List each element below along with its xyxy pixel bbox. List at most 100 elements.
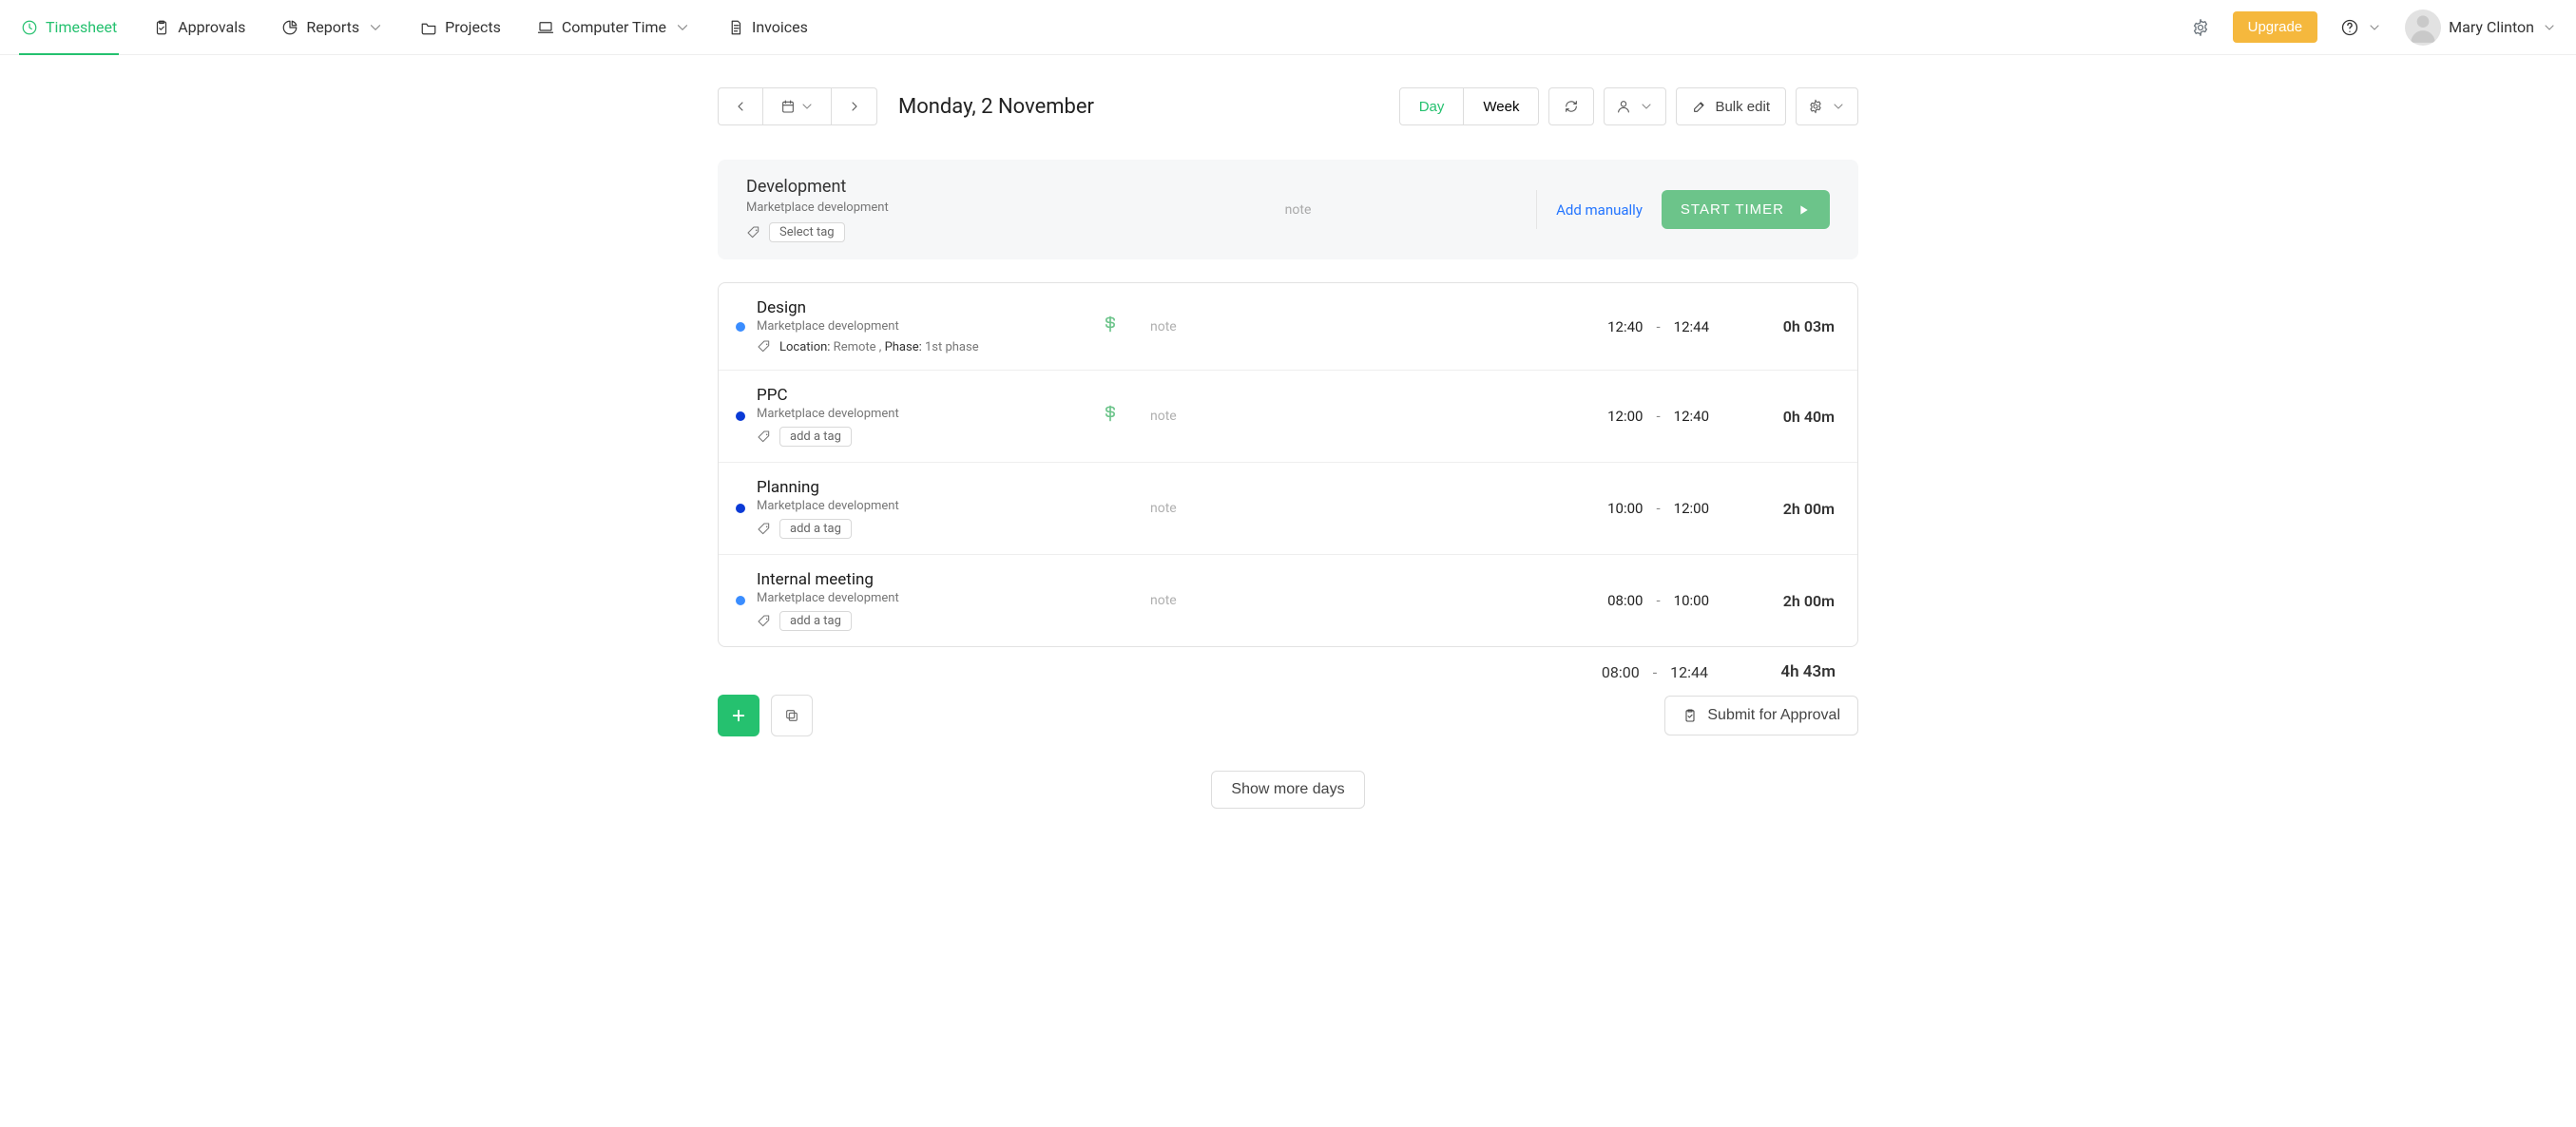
folder-icon: [420, 19, 437, 36]
add-entry-button[interactable]: [718, 695, 759, 736]
project-color-dot: [736, 596, 745, 605]
entry-time-range[interactable]: 08:00-10:00: [1462, 592, 1709, 609]
entry-time-range[interactable]: 10:00-12:00: [1462, 500, 1709, 517]
chevron-down-icon: [799, 99, 815, 114]
summary-end: 12:44: [1670, 663, 1708, 681]
entry-row[interactable]: Planning Marketplace development add a tag…: [719, 462, 1857, 554]
nav-approvals[interactable]: Approvals: [151, 0, 247, 55]
dash: -: [1656, 408, 1660, 425]
chevron-right-icon: [847, 99, 862, 114]
entry-row[interactable]: PPC Marketplace development add a tag note 1…: [719, 370, 1857, 462]
entry-project[interactable]: Marketplace development: [757, 407, 1070, 421]
entry-task[interactable]: Design: [757, 298, 1070, 317]
calendar-picker-button[interactable]: [763, 87, 832, 125]
billable-indicator[interactable]: [1082, 404, 1139, 429]
tag-icon: [757, 614, 772, 629]
view-day-button[interactable]: Day: [1399, 87, 1465, 125]
entry-tags-text: Location: Remote , Phase: 1st phase: [779, 340, 979, 354]
show-more-button[interactable]: Show more days: [1211, 771, 1364, 809]
new-entry-tags: Select tag: [746, 222, 1060, 242]
start-timer-button[interactable]: START TIMER: [1662, 190, 1830, 229]
prev-day-button[interactable]: [718, 87, 763, 125]
entry-time-range[interactable]: 12:40-12:44: [1462, 318, 1709, 335]
entry-tag-row: add a tag: [757, 427, 1070, 447]
entry-end: 12:44: [1674, 318, 1709, 335]
refresh-button[interactable]: [1548, 87, 1594, 125]
add-manually-link[interactable]: Add manually: [1556, 201, 1643, 219]
entry-note[interactable]: note: [1150, 319, 1451, 334]
submit-approval-button[interactable]: Submit for Approval: [1664, 696, 1858, 735]
select-tag-chip[interactable]: Select tag: [769, 222, 845, 242]
date-nav-group: [718, 87, 877, 125]
new-entry-task[interactable]: Development: [746, 177, 1060, 197]
entry-project[interactable]: Marketplace development: [757, 499, 1070, 513]
nav-projects[interactable]: Projects: [418, 0, 503, 55]
start-timer-label: START TIMER: [1681, 201, 1784, 218]
new-entry-panel: Development Marketplace development Sele…: [718, 160, 1858, 259]
project-color-dot: [736, 322, 745, 332]
bulk-edit-button[interactable]: Bulk edit: [1676, 87, 1786, 125]
dash: -: [1656, 592, 1660, 609]
entry-task[interactable]: PPC: [757, 386, 1070, 405]
nav-reports-label: Reports: [306, 18, 359, 36]
add-tag-chip[interactable]: add a tag: [779, 427, 852, 447]
nav-invoices-label: Invoices: [752, 18, 808, 36]
user-icon: [1616, 99, 1631, 114]
entry-info: Internal meeting Marketplace development a…: [757, 570, 1070, 631]
nav-projects-label: Projects: [445, 18, 501, 36]
entry-task[interactable]: Internal meeting: [757, 570, 1070, 589]
main-container: Monday, 2 November Day Week Bulk edit: [718, 55, 1858, 847]
gear-icon: [2191, 18, 2210, 37]
entry-row[interactable]: Internal meeting Marketplace development a…: [719, 554, 1857, 646]
entry-note[interactable]: note: [1150, 501, 1451, 516]
chevron-down-icon: [2367, 20, 2382, 35]
edit-icon: [1692, 99, 1707, 114]
laptop-icon: [537, 19, 554, 36]
upgrade-button[interactable]: Upgrade: [2233, 11, 2318, 43]
nav-timesheet[interactable]: Timesheet: [19, 0, 119, 55]
nav-invoices[interactable]: Invoices: [725, 0, 810, 55]
entry-project[interactable]: Marketplace development: [757, 319, 1070, 334]
entry-row[interactable]: Design Marketplace development Location: R…: [719, 283, 1857, 370]
help-menu[interactable]: [2340, 18, 2382, 37]
next-day-button[interactable]: [832, 87, 877, 125]
entry-task[interactable]: Planning: [757, 478, 1070, 497]
user-filter-button[interactable]: [1604, 87, 1666, 125]
nav-computer-time[interactable]: Computer Time: [535, 0, 693, 55]
entry-note[interactable]: note: [1150, 593, 1451, 608]
date-toolbar: Monday, 2 November Day Week Bulk edit: [718, 87, 1858, 125]
add-tag-chip[interactable]: add a tag: [779, 519, 852, 539]
entry-note[interactable]: note: [1150, 409, 1451, 424]
add-tag-chip[interactable]: add a tag: [779, 611, 852, 631]
entry-project[interactable]: Marketplace development: [757, 591, 1070, 605]
chevron-down-icon: [367, 19, 384, 36]
dollar-icon: [1101, 404, 1120, 423]
new-entry-note[interactable]: note: [1060, 202, 1536, 218]
clock-icon: [21, 19, 38, 36]
entry-duration: 0h 03m: [1721, 317, 1835, 335]
entry-duration: 2h 00m: [1721, 592, 1835, 610]
new-entry-info: Development Marketplace development Sele…: [746, 177, 1060, 242]
dash: -: [1656, 318, 1660, 335]
billable-indicator[interactable]: [1082, 315, 1139, 339]
bottom-actions: Submit for Approval: [718, 695, 1858, 736]
copy-entries-button[interactable]: [771, 695, 813, 736]
pie-chart-icon: [281, 19, 298, 36]
new-entry-actions: Add manually START TIMER: [1536, 190, 1830, 229]
entry-tag-row: Location: Remote , Phase: 1st phase: [757, 339, 1070, 354]
settings-dropdown-button[interactable]: [1796, 87, 1858, 125]
avatar: [2405, 10, 2441, 46]
refresh-icon: [1564, 99, 1579, 114]
calendar-icon: [780, 99, 796, 114]
nav-reports[interactable]: Reports: [279, 0, 386, 55]
play-icon: [1796, 202, 1811, 218]
entry-start: 10:00: [1607, 500, 1643, 517]
new-entry-project[interactable]: Marketplace development: [746, 201, 1060, 215]
entry-info: Design Marketplace development Location: R…: [757, 298, 1070, 354]
settings-button[interactable]: [2191, 18, 2210, 37]
show-more-row: Show more days: [718, 771, 1858, 809]
entry-time-range[interactable]: 12:00-12:40: [1462, 408, 1709, 425]
view-week-button[interactable]: Week: [1464, 87, 1539, 125]
dash: -: [1653, 663, 1657, 681]
user-menu[interactable]: Mary Clinton: [2405, 10, 2557, 46]
